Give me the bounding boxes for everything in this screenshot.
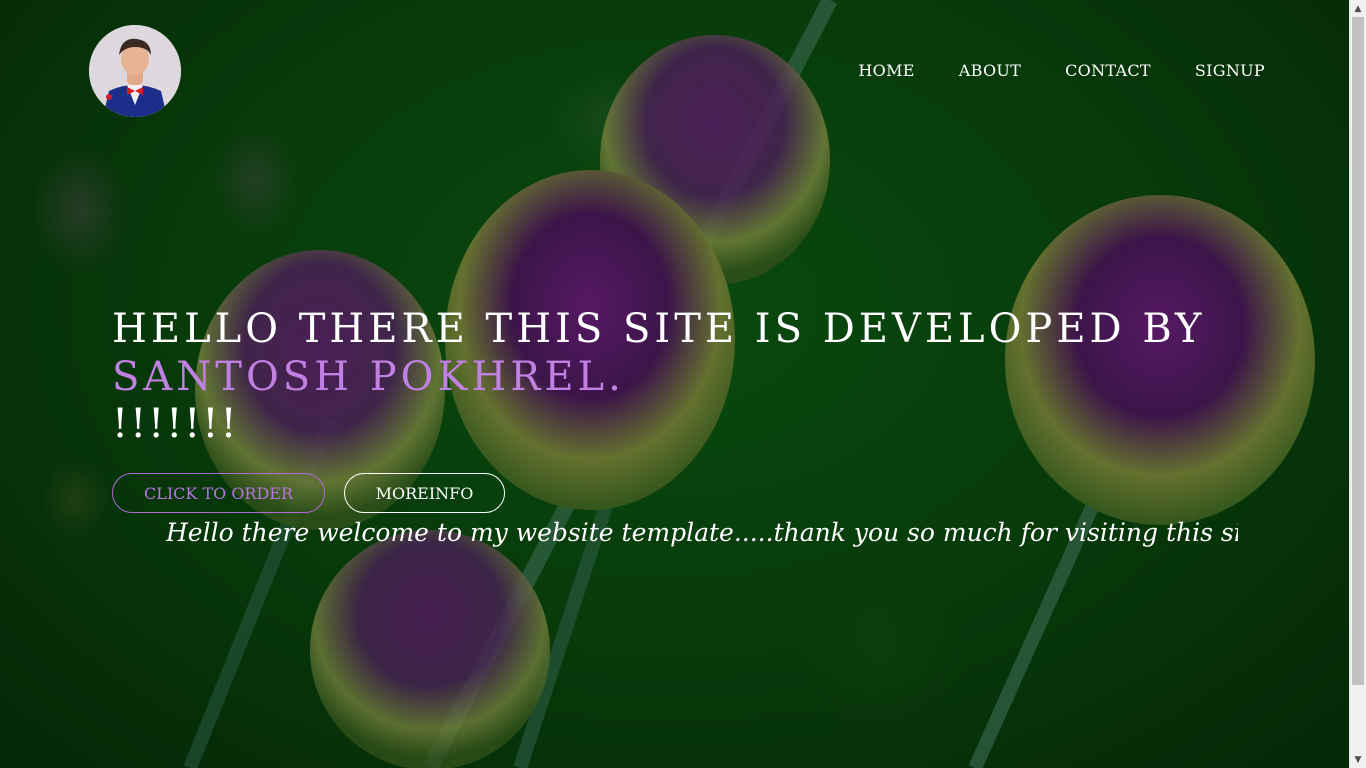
welcome-marquee: Hello there welcome to my website templa… <box>166 513 1238 553</box>
nav-home-link[interactable]: HOME <box>858 61 914 80</box>
click-to-order-button[interactable]: CLICK TO ORDER <box>112 473 325 513</box>
scroll-up-icon[interactable]: ▲ <box>1350 0 1366 17</box>
main-nav: HOME ABOUT CONTACT SIGNUP <box>858 61 1265 80</box>
profile-photo-icon <box>89 25 181 117</box>
hero-heading: HELLO THERE THIS SITE IS DEVELOPED BY SA… <box>112 305 1205 447</box>
scroll-down-icon[interactable]: ▼ <box>1350 751 1366 768</box>
nav-about-link[interactable]: ABOUT <box>959 61 1021 80</box>
avatar[interactable] <box>89 25 181 117</box>
marquee-text: Hello there welcome to my website templa… <box>166 518 1238 547</box>
nav-signup-link[interactable]: SIGNUP <box>1195 61 1265 80</box>
hero-exclamations: !!!!!!! <box>112 401 239 447</box>
scrollbar-thumb[interactable] <box>1352 17 1364 685</box>
page: HOME ABOUT CONTACT SIGNUP HELLO THERE TH… <box>0 0 1349 768</box>
nav-contact-link[interactable]: CONTACT <box>1065 61 1151 80</box>
moreinfo-button[interactable]: MOREINFO <box>344 473 505 513</box>
hero-title-line: HELLO THERE THIS SITE IS DEVELOPED BY <box>112 306 1206 352</box>
vertical-scrollbar[interactable]: ▲ ▼ <box>1349 0 1366 768</box>
hero-author-name: SANTOSH POKHREL. <box>112 354 625 400</box>
